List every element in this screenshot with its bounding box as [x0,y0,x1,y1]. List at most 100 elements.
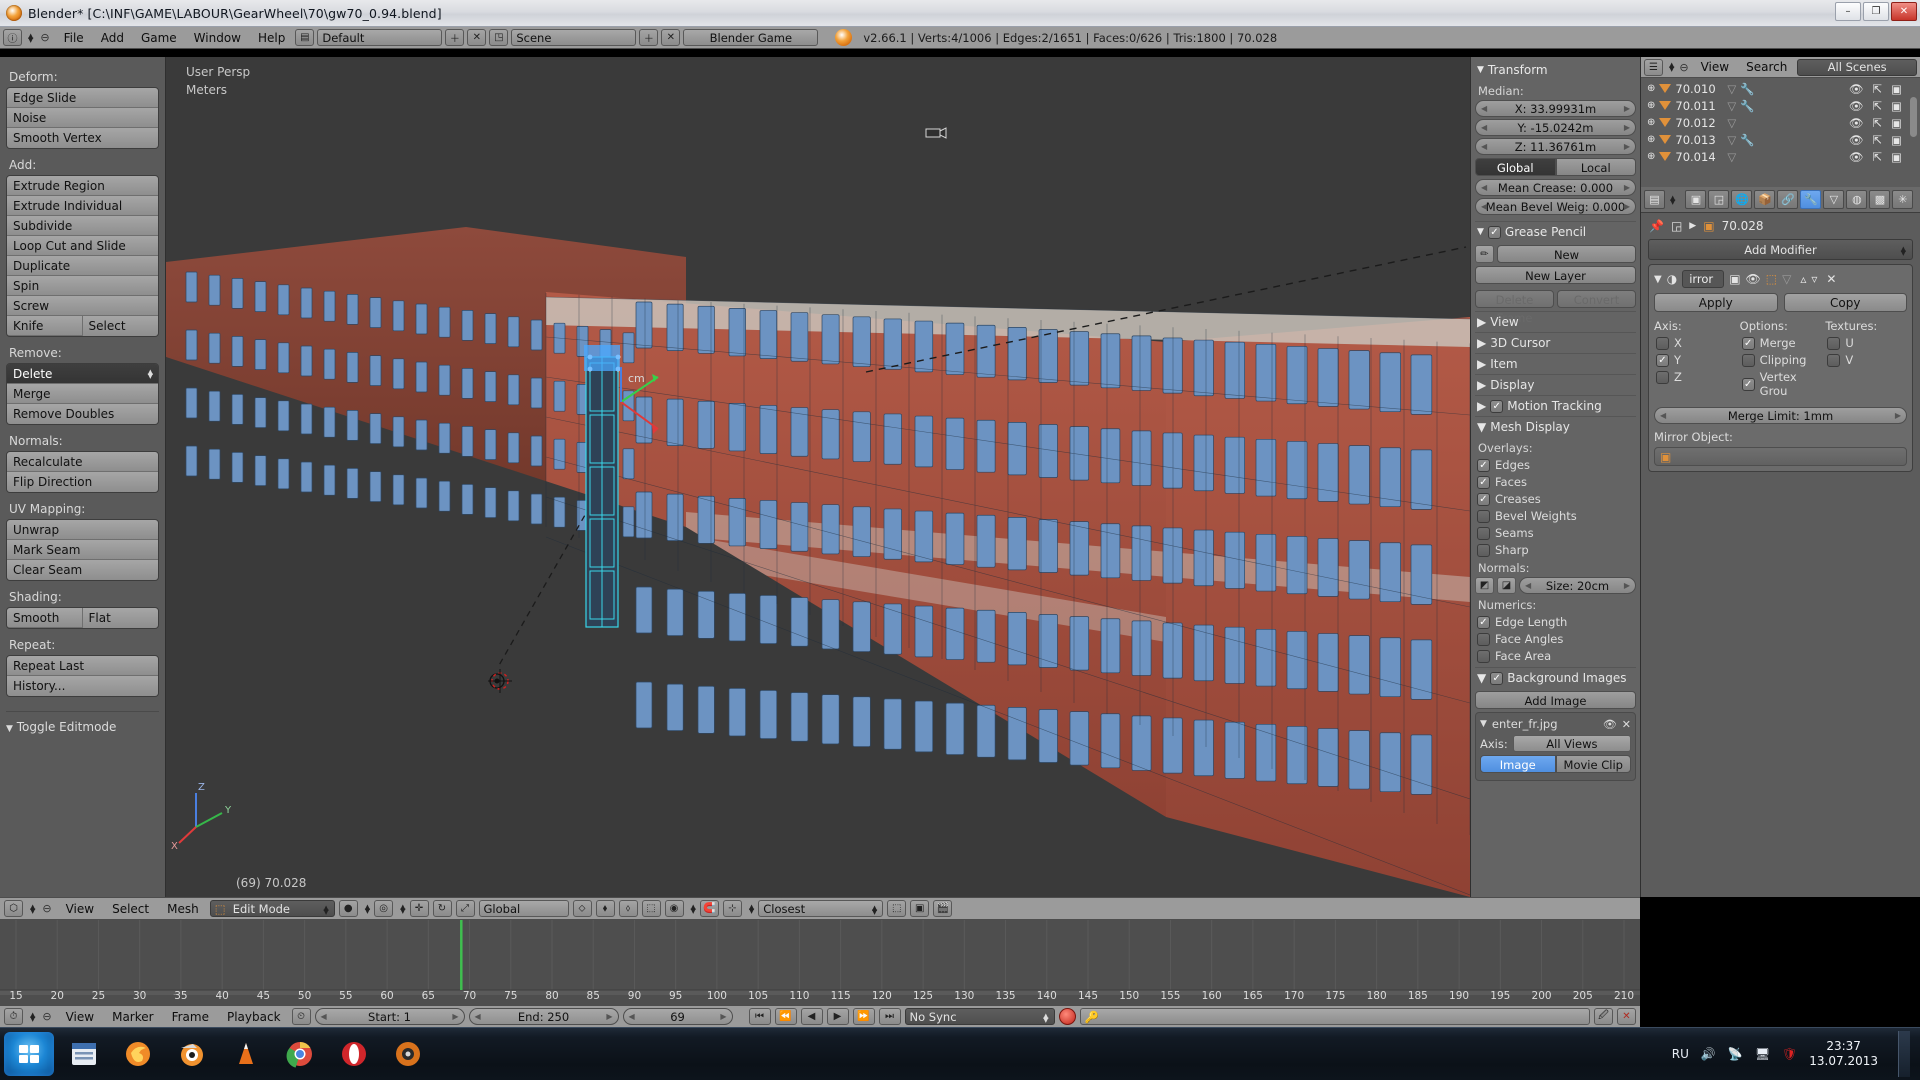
properties-editor-type-icon[interactable]: ▤ [1644,190,1665,209]
screen-layout-icon[interactable]: ▤ [295,29,315,46]
expand-icon[interactable]: ⊕ [1647,100,1655,111]
grease-pencil-checkbox[interactable]: ✓ [1487,225,1501,239]
edit-mode-toggle-icon[interactable]: ⬚ [1766,272,1777,286]
camera-icon[interactable]: ▣ [1891,133,1902,147]
loop-cut-and-slide-button[interactable]: Loop Cut and Slide [7,236,158,256]
clipping-row[interactable]: Clipping [1741,353,1822,367]
use-preview-range-icon[interactable]: ⏲ [291,1008,311,1025]
tab-object-data[interactable]: ▽ [1823,190,1845,209]
flip-direction-button[interactable]: Flip Direction [7,472,158,492]
cursor-arrow-icon[interactable]: ⇱ [1872,150,1882,164]
outliner-editor-type-icon[interactable]: ☰ [1644,58,1663,76]
copy-modifier-button[interactable]: Copy [1783,293,1907,312]
antivirus-icon[interactable]: 🛡 [1782,1047,1797,1061]
menu-file[interactable]: File [57,30,91,46]
move-up-icon[interactable]: ▵ [1800,272,1806,286]
delete-scene-button[interactable]: ✕ [661,29,681,46]
edges-checkbox[interactable]: ✓ [1477,458,1490,472]
eye-icon[interactable]: 👁 [1849,150,1864,164]
taskbar-item-blender[interactable] [168,1032,216,1076]
subdivide-button[interactable]: Subdivide [7,216,158,236]
menu-game[interactable]: Game [134,30,184,46]
scale-manipulator-icon[interactable]: ⤢ [455,900,475,917]
merge-row[interactable]: ✓ Merge [1741,336,1822,350]
volume-icon[interactable]: 🔊 [1701,1047,1716,1061]
face-normals-icon[interactable]: ◪ [1497,577,1516,594]
apply-modifier-button[interactable]: Apply [1654,293,1778,312]
screw-button[interactable]: Screw [7,296,158,316]
merge-limit-field[interactable]: ◀ Merge Limit: 1mm ▶ [1654,407,1907,424]
snap-element-icon[interactable]: ⊹ [722,900,742,917]
taskbar-item-media-player[interactable] [384,1032,432,1076]
clear-seam-button[interactable]: Clear Seam [7,560,158,580]
outliner-menu-view[interactable]: View [1694,59,1736,75]
toggle-editmode-header[interactable]: ▼ Toggle Editmode [6,720,159,734]
view-panel-header[interactable]: ▶ View [1475,311,1636,332]
snap-magnet-icon[interactable]: 🧲 [699,900,719,917]
overlay-faces-row[interactable]: ✓ Faces [1477,475,1636,489]
vertex-normals-icon[interactable]: ◩ [1475,577,1494,594]
duplicate-button[interactable]: Duplicate [7,256,158,276]
vertex-group-checkbox[interactable]: ✓ [1741,377,1755,391]
camera-icon[interactable]: ▣ [1891,82,1902,96]
triangle-down-icon[interactable]: ▼ [1654,274,1662,285]
motion-tracking-checkbox[interactable]: ✓ [1490,399,1504,413]
expand-icon[interactable]: ⊕ [1647,83,1655,94]
outliner-row[interactable]: ⊕ 70.014 ▽ 👁 ⇱ ▣ [1641,148,1920,165]
vertex-select-mode-icon[interactable]: ⬦ [572,900,592,917]
viewport-shading-icon[interactable]: ● [338,900,358,917]
taskbar-item-chrome[interactable] [276,1032,324,1076]
grease-pencil-panel-header[interactable]: ▼ ✓ Grease Pencil [1475,221,1636,242]
tab-render[interactable]: ▣ [1685,190,1707,209]
delete-screen-layout-button[interactable]: ✕ [467,29,487,46]
render-toggle-icon[interactable]: ▣ [1729,272,1740,286]
timeline-editor-type-icon[interactable]: ⏱ [4,1008,23,1025]
seams-checkbox[interactable] [1477,526,1490,540]
noise-button[interactable]: Noise [7,108,158,128]
pivot-point-icon[interactable]: ◎ [374,900,394,917]
minimize-button[interactable]: – [1835,2,1861,21]
vp-menu-select[interactable]: Select [105,901,156,917]
previous-keyframe-button[interactable]: ⏪ [774,1008,797,1025]
faces-checkbox[interactable]: ✓ [1477,475,1490,489]
cursor-arrow-icon[interactable]: ⇱ [1872,99,1882,113]
shade-flat-button[interactable]: Flat [82,608,158,628]
source-movie-clip-button[interactable]: Movie Clip [1555,755,1631,773]
texture-u-row[interactable]: U [1827,336,1907,350]
background-images-checkbox[interactable]: ✓ [1490,671,1504,685]
display-icon[interactable]: 🖥 [1755,1047,1770,1061]
knife-button[interactable]: Knife [7,316,83,336]
face-area-checkbox[interactable] [1477,649,1490,663]
delete-modifier-icon[interactable]: ✕ [1826,272,1836,286]
median-x-field[interactable]: ◀ X: 33.99931m ▶ [1475,100,1636,117]
item-panel-header[interactable]: ▶ Item [1475,353,1636,374]
median-z-field[interactable]: ◀ Z: 11.36761m ▶ [1475,138,1636,155]
smooth-vertex-button[interactable]: Smooth Vertex [7,128,158,148]
3dview-editor-type-icon[interactable]: ⬡ [4,900,23,917]
shade-smooth-button[interactable]: Smooth [7,608,83,628]
tl-menu-playback[interactable]: Playback [220,1009,288,1025]
camera-icon[interactable]: ▣ [1891,116,1902,130]
edge-select-mode-icon[interactable]: ⬧ [595,900,615,917]
add-screen-layout-button[interactable]: ＋ [445,29,465,46]
sync-mode-selector[interactable]: No Sync ▲ ▼ [904,1008,1055,1025]
pencil-icon[interactable]: ✏ [1475,245,1494,263]
texture-v-checkbox[interactable] [1827,353,1841,367]
tab-constraints[interactable]: 🔗 [1777,190,1799,209]
bevel-weights-checkbox[interactable] [1477,509,1490,523]
axis-z-row[interactable]: Z [1656,370,1736,384]
edge-length-checkbox[interactable]: ✓ [1477,615,1490,629]
overlay-creases-row[interactable]: ✓ Creases [1477,492,1636,506]
occlude-geometry-icon[interactable]: ⬚ [887,900,907,917]
face-select-mode-icon[interactable]: ⬨ [618,900,638,917]
move-down-icon[interactable]: ▿ [1811,272,1817,286]
eye-icon[interactable]: 👁 [1849,82,1864,96]
interaction-mode-selector[interactable]: ⬚ Edit Mode ▲ ▼ [209,900,335,917]
collapse-menu-icon[interactable]: ⊖ [39,902,54,915]
axis-z-checkbox[interactable] [1656,370,1669,384]
taskbar-item-explorer[interactable] [60,1032,108,1076]
eye-icon[interactable]: 👁 [1849,99,1864,113]
collapse-menu-icon[interactable]: ⊖ [1677,61,1690,74]
play-button[interactable]: ▶ [826,1008,849,1025]
add-image-button[interactable]: Add Image [1475,691,1636,709]
